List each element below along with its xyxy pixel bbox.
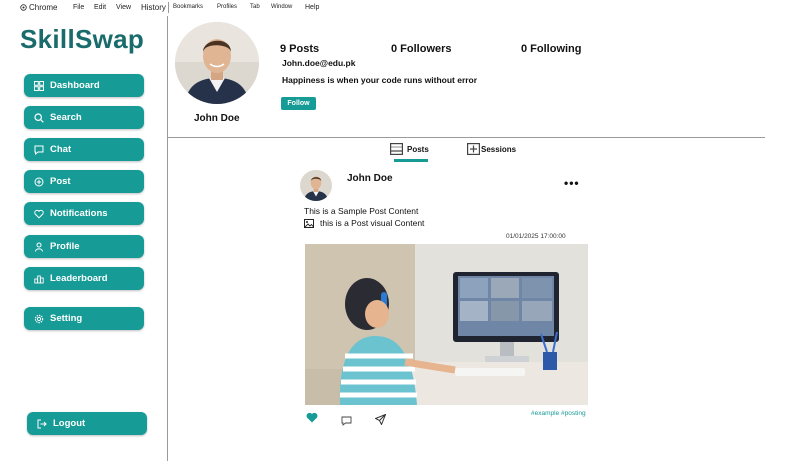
- post-text: This is a Sample Post Content: [304, 206, 419, 216]
- profile-avatar: [175, 22, 259, 104]
- post-visual-line: this is a Post visual Content: [304, 218, 424, 228]
- post-visual-text: this is a Post visual Content: [320, 218, 425, 228]
- gear-icon: [34, 314, 44, 323]
- sidebar-item-label: Search: [50, 112, 82, 123]
- follow-button[interactable]: Follow: [281, 97, 316, 110]
- tab-label: Sessions: [481, 144, 517, 154]
- sidebar-item-dashboard[interactable]: Dashboard: [24, 74, 144, 97]
- posts-count: 9 Posts: [280, 43, 320, 55]
- sidebar-item-label: Post: [50, 176, 71, 187]
- logout-button[interactable]: Logout: [27, 412, 147, 435]
- sidebar-item-notifications[interactable]: Notifications: [24, 202, 144, 225]
- heart-icon: [34, 209, 44, 219]
- sidebar-item-label: Profile: [50, 241, 80, 252]
- post-author-name[interactable]: John Doe: [347, 173, 393, 184]
- followers-count[interactable]: 0 Followers: [391, 43, 452, 55]
- chrome-icon: [20, 4, 27, 11]
- image-icon: [304, 218, 314, 228]
- user-icon: [35, 242, 43, 252]
- sidebar-item-label: Leaderboard: [50, 273, 108, 284]
- content-divider: [168, 137, 765, 138]
- like-heart-icon[interactable]: [306, 410, 318, 428]
- active-tab-indicator: [394, 159, 428, 162]
- menu-edit[interactable]: Edit: [94, 4, 106, 11]
- tab-posts[interactable]: Posts: [390, 142, 429, 156]
- comment-icon[interactable]: [341, 413, 352, 431]
- profile-bio: Happiness is when your code runs without…: [282, 75, 478, 85]
- following-count[interactable]: 0 Following: [521, 43, 582, 55]
- sidebar-item-profile[interactable]: Profile: [24, 235, 144, 258]
- menu-file[interactable]: File: [73, 4, 84, 11]
- chat-icon: [34, 145, 44, 155]
- menu-view[interactable]: View: [116, 4, 131, 11]
- sidebar-item-label: Chat: [50, 144, 72, 155]
- share-send-icon[interactable]: [374, 412, 387, 430]
- sidebar-item-label: Notifications: [50, 208, 108, 219]
- logout-icon: [37, 419, 47, 428]
- menu-help[interactable]: Help: [305, 4, 319, 11]
- tab-label: Posts: [407, 144, 429, 154]
- menu-profiles[interactable]: Profiles: [217, 4, 237, 10]
- tab-sessions[interactable]: Sessions: [467, 142, 516, 156]
- menu-history[interactable]: History: [141, 3, 166, 12]
- grid-icon: [34, 80, 44, 91]
- sidebar-item-search[interactable]: Search: [24, 106, 144, 129]
- add-square-icon: [467, 143, 480, 155]
- logout-label: Logout: [53, 418, 86, 429]
- leaderboard-icon: [34, 275, 44, 283]
- post-tags[interactable]: #example #posting: [531, 410, 586, 417]
- brand-logo: SkillSwap: [20, 24, 145, 54]
- app-name: Chrome: [29, 3, 58, 12]
- menu-separator: [168, 2, 169, 13]
- menu-bar: Chrome File Edit View History Bookmarks …: [0, 0, 806, 16]
- chrome-menu[interactable]: Chrome: [20, 3, 57, 12]
- profile-name: John Doe: [194, 113, 240, 124]
- posts-grid-icon: [390, 143, 403, 155]
- post-timestamp: 01/01/2025 17:00:00: [506, 233, 566, 240]
- sidebar-item-setting[interactable]: Setting: [24, 307, 144, 330]
- more-options-icon[interactable]: •••: [564, 176, 580, 190]
- plus-circle-icon: [34, 177, 44, 186]
- post-author-avatar[interactable]: [300, 170, 332, 201]
- sidebar-item-post[interactable]: Post: [24, 170, 144, 193]
- post-image[interactable]: [305, 244, 588, 405]
- menu-window[interactable]: Window: [271, 4, 292, 10]
- profile-email: John.doe@edu.pk: [282, 58, 356, 68]
- sidebar-item-chat[interactable]: Chat: [24, 138, 144, 161]
- sidebar-item-label: Setting: [50, 313, 83, 324]
- menu-tab[interactable]: Tab: [250, 4, 260, 10]
- sidebar-item-leaderboard[interactable]: Leaderboard: [24, 267, 144, 290]
- menu-bookmarks[interactable]: Bookmarks: [173, 4, 203, 10]
- sidebar-item-label: Dashboard: [50, 80, 100, 91]
- search-icon: [34, 112, 44, 123]
